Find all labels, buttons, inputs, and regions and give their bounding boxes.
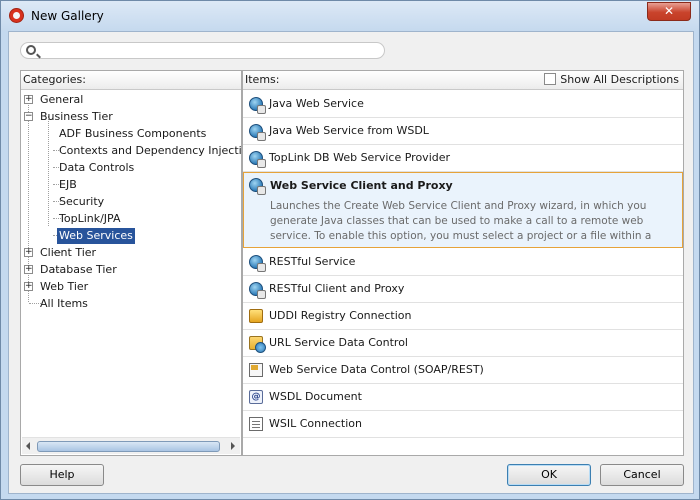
- item-label: WSDL Document: [269, 390, 362, 403]
- tree-node-label: TopLink/JPA: [59, 212, 121, 225]
- oracle-app-icon: [9, 8, 24, 23]
- list-item-uddi-registry-connection[interactable]: UDDI Registry Connection: [243, 303, 683, 330]
- search-icon: [26, 45, 36, 55]
- web-service-globe-icon: [249, 282, 266, 299]
- items-panel: Items: Show All Descriptions Java Web Se…: [242, 70, 684, 456]
- show-all-descriptions-toggle[interactable]: Show All Descriptions: [544, 73, 679, 88]
- expand-icon[interactable]: +: [24, 248, 33, 257]
- item-label: Java Web Service from WSDL: [269, 124, 429, 137]
- dialog-content: Categories: + General − Business Tier AD…: [8, 31, 694, 494]
- list-item-url-service-data-control[interactable]: URL Service Data Control: [243, 330, 683, 357]
- help-button[interactable]: Help: [20, 464, 104, 486]
- url-data-control-icon: [249, 336, 266, 353]
- expand-icon[interactable]: +: [24, 265, 33, 274]
- list-item-toplink-db-web-service-provider[interactable]: TopLink DB Web Service Provider: [243, 145, 683, 172]
- wsil-connection-icon: [249, 417, 263, 431]
- item-label: UDDI Registry Connection: [269, 309, 412, 322]
- item-label: Web Service Data Control (SOAP/REST): [269, 363, 484, 376]
- collapse-icon[interactable]: −: [24, 112, 33, 121]
- tree-node-label: Security: [59, 195, 105, 208]
- item-label: WSIL Connection: [269, 417, 362, 430]
- show-all-descriptions-checkbox[interactable]: [544, 73, 557, 85]
- window-title: New Gallery: [31, 9, 104, 23]
- tree-node-label: Web Tier: [40, 280, 89, 293]
- category-tree: + General − Business Tier ADF Business C…: [21, 91, 255, 436]
- list-item-wsil-connection[interactable]: WSIL Connection: [243, 411, 683, 438]
- tree-node-label: Business Tier: [40, 110, 113, 123]
- expand-icon[interactable]: +: [24, 95, 33, 104]
- new-gallery-window: New Gallery ✕ Categories: + General − Bu…: [0, 0, 700, 500]
- tree-node-label: General: [40, 93, 84, 106]
- search-box[interactable]: [20, 42, 385, 59]
- tree-node-label: Contexts and Dependency Injection: [59, 144, 256, 157]
- web-service-globe-icon: [249, 178, 266, 195]
- list-item-web-service-client-and-proxy[interactable]: Web Service Client and Proxy Launches th…: [243, 172, 683, 248]
- web-service-globe-icon: [249, 97, 266, 114]
- scroll-left-icon[interactable]: [26, 442, 30, 450]
- list-item-java-web-service-from-wsdl[interactable]: Java Web Service from WSDL: [243, 118, 683, 145]
- item-label: RESTful Client and Proxy: [269, 282, 405, 295]
- expand-icon[interactable]: +: [24, 282, 33, 291]
- scroll-right-icon[interactable]: [231, 442, 235, 450]
- close-button[interactable]: ✕: [647, 2, 691, 21]
- item-description: Launches the Create Web Service Client a…: [270, 200, 652, 242]
- items-header: Items:: [245, 73, 280, 86]
- scrollbar-thumb[interactable]: [37, 441, 220, 452]
- item-label: URL Service Data Control: [269, 336, 408, 349]
- web-service-globe-icon: [249, 151, 266, 168]
- items-header-bar: Items: Show All Descriptions: [243, 71, 683, 90]
- list-item-restful-client-and-proxy[interactable]: RESTful Client and Proxy: [243, 276, 683, 303]
- categories-panel: Categories: + General − Business Tier AD…: [20, 70, 255, 456]
- item-label: Java Web Service: [269, 97, 364, 110]
- tree-node-label: All Items: [40, 297, 88, 310]
- search-input[interactable]: [41, 44, 376, 57]
- ok-button[interactable]: OK: [507, 464, 591, 486]
- tree-node-label: Database Tier: [40, 263, 117, 276]
- item-label: Web Service Client and Proxy: [270, 179, 453, 192]
- cancel-button[interactable]: Cancel: [600, 464, 684, 486]
- categories-header: Categories:: [21, 71, 241, 90]
- web-service-globe-icon: [249, 124, 266, 141]
- list-item-wsdl-document[interactable]: @ WSDL Document: [243, 384, 683, 411]
- uddi-registry-icon: [249, 309, 263, 323]
- tree-node-label: EJB: [59, 178, 77, 191]
- list-item-restful-service[interactable]: RESTful Service: [243, 249, 683, 276]
- web-service-globe-icon: [249, 255, 266, 272]
- item-label: TopLink DB Web Service Provider: [269, 151, 451, 164]
- horizontal-scrollbar[interactable]: [22, 437, 240, 454]
- title-bar: New Gallery ✕: [1, 1, 699, 31]
- tree-node-label: ADF Business Components: [59, 127, 207, 140]
- show-all-descriptions-label: Show All Descriptions: [560, 73, 679, 86]
- item-label: RESTful Service: [269, 255, 356, 268]
- list-item-java-web-service[interactable]: Java Web Service: [243, 91, 683, 118]
- tree-node-label: Web Services: [57, 228, 135, 244]
- tree-node-label: Client Tier: [40, 246, 97, 259]
- tree-node-label: Data Controls: [59, 161, 135, 174]
- wsdl-document-icon: @: [249, 390, 263, 404]
- list-item-web-service-data-control[interactable]: Web Service Data Control (SOAP/REST): [243, 357, 683, 384]
- soap-data-control-icon: [249, 363, 263, 377]
